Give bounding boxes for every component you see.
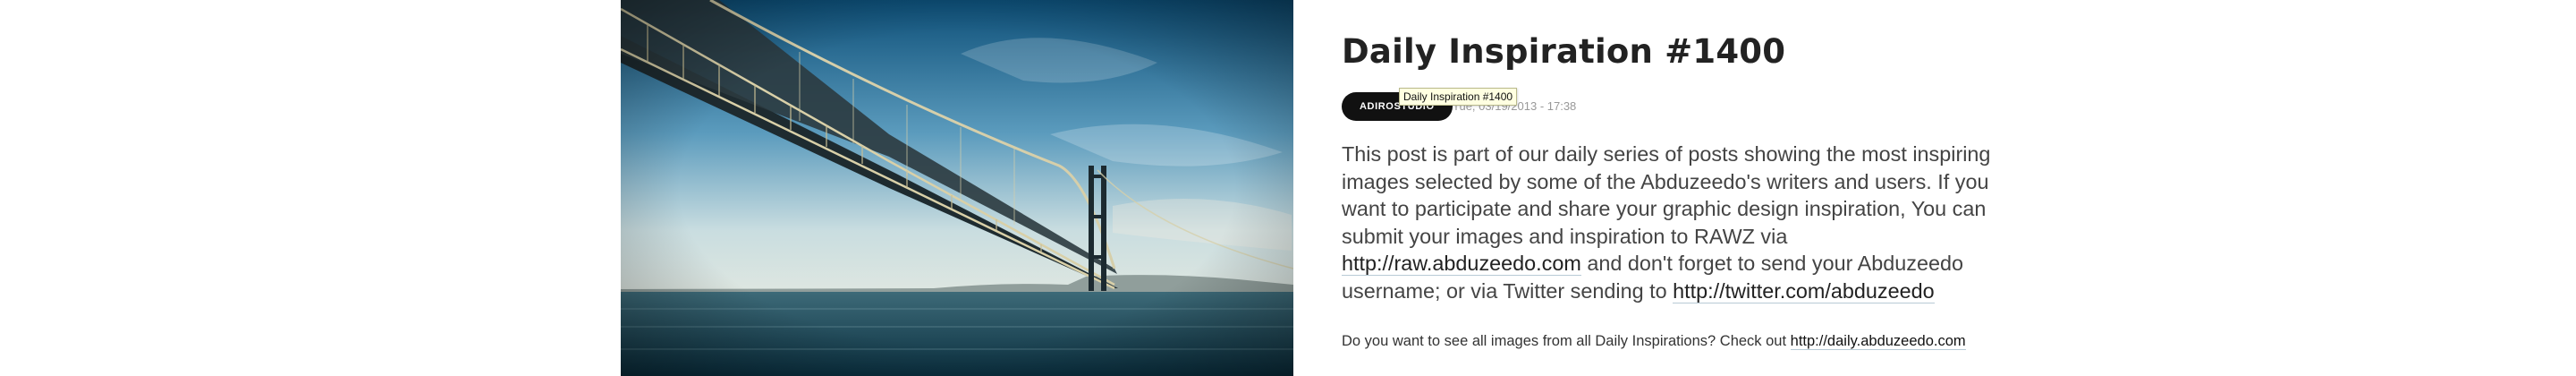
hero-image[interactable] xyxy=(621,0,1293,376)
bridge-photo xyxy=(621,0,1293,376)
body-text-1: This post is part of our daily series of… xyxy=(1342,142,1991,248)
raw-link[interactable]: http://raw.abduzeedo.com xyxy=(1342,252,1581,276)
post-content: Daily Inspiration #1400 ADIROSTUDIO Tue,… xyxy=(1342,0,2021,376)
twitter-link[interactable]: http://twitter.com/abduzeedo xyxy=(1673,278,1935,303)
daily-link[interactable]: http://daily.abduzeedo.com xyxy=(1790,333,1966,350)
post-meta: ADIROSTUDIO Tue, 03/19/2013 - 17:38 Dail… xyxy=(1342,88,1699,121)
post-title[interactable]: Daily Inspiration #1400 xyxy=(1342,32,1785,71)
daily-note: Do you want to see all images from all D… xyxy=(1342,333,1966,350)
title-tooltip: Daily Inspiration #1400 xyxy=(1399,88,1518,106)
post-body: This post is part of our daily series of… xyxy=(1342,141,2012,304)
note-text: Do you want to see all images from all D… xyxy=(1342,333,1791,349)
